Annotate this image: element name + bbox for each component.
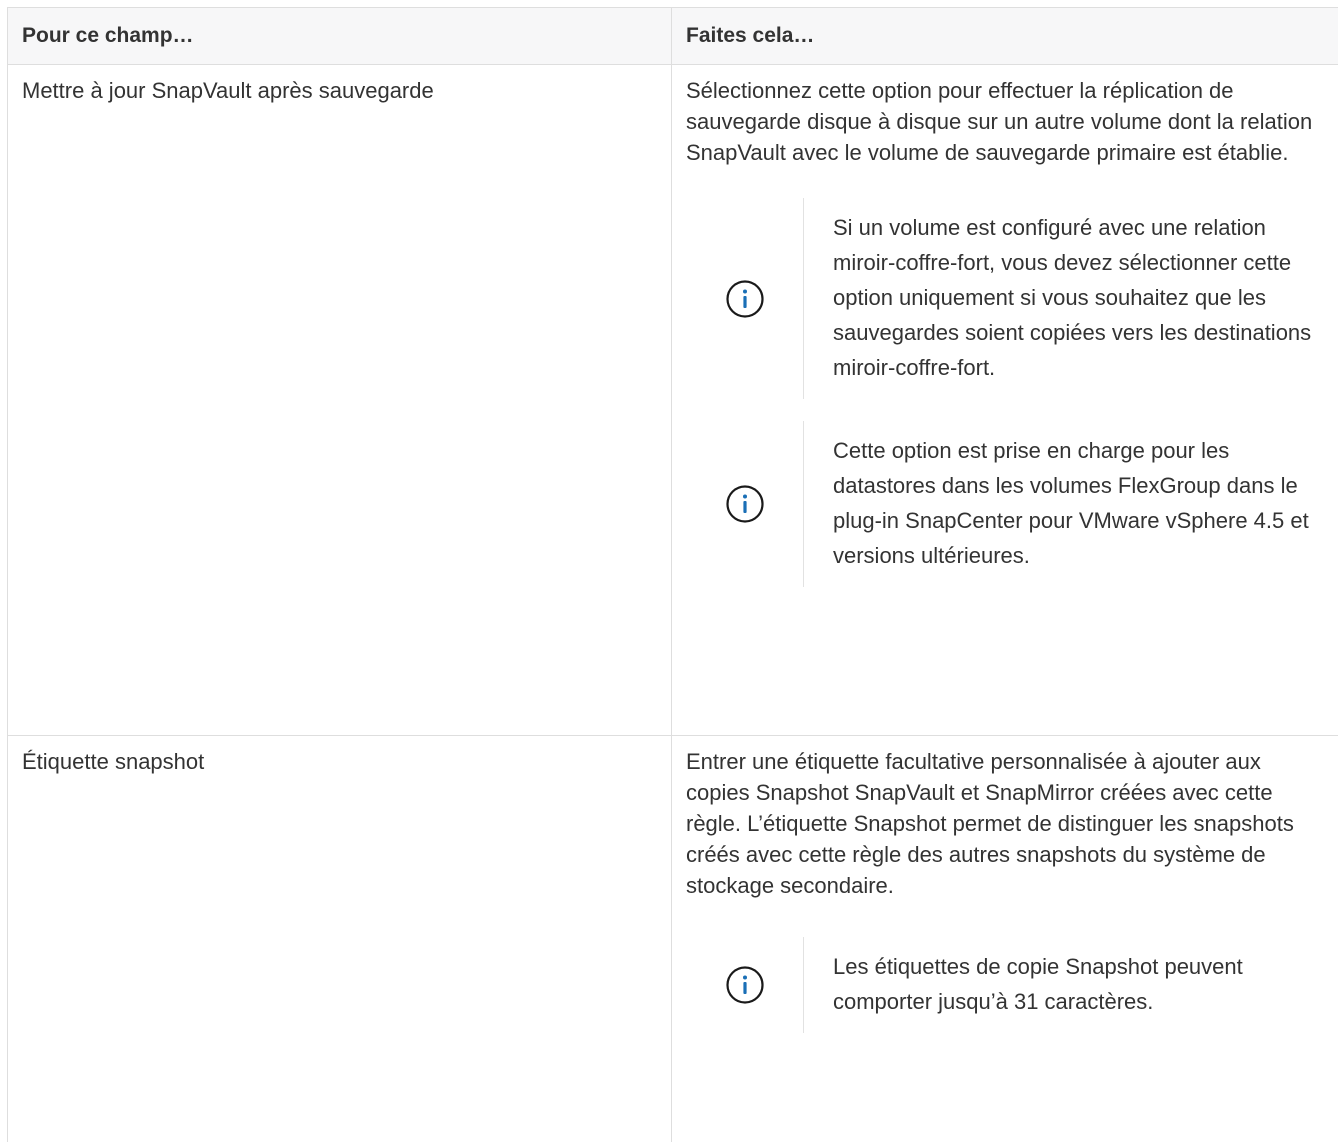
info-circle-icon (725, 965, 765, 1005)
note-block: Cette option est prise en charge pour le… (686, 421, 1338, 587)
header-action: Faites cela… (672, 8, 1338, 65)
info-circle-icon (725, 279, 765, 319)
action-cell: Sélectionnez cette option pour effectuer… (672, 65, 1338, 736)
options-table: Pour ce champ… Faites cela… Mettre à jou… (7, 7, 1338, 1142)
note-icon-container (686, 965, 803, 1005)
table-row: Étiquette snapshot Entrer une étiquette … (8, 736, 1338, 1142)
action-cell: Entrer une étiquette facultative personn… (672, 736, 1338, 1142)
table-header-row: Pour ce champ… Faites cela… (8, 8, 1338, 65)
header-field: Pour ce champ… (8, 8, 672, 65)
note-block: Si un volume est configuré avec une rela… (686, 198, 1338, 399)
action-description: Entrer une étiquette facultative personn… (686, 746, 1338, 901)
info-circle-icon (725, 484, 765, 524)
table-row: Mettre à jour SnapVault après sauvegarde… (8, 65, 1338, 736)
field-name: Mettre à jour SnapVault après sauvegarde (22, 78, 434, 103)
field-cell: Étiquette snapshot (8, 736, 672, 1142)
note-icon-container (686, 279, 803, 319)
note-icon-container (686, 484, 803, 524)
note-text: Cette option est prise en charge pour le… (803, 421, 1335, 587)
field-cell: Mettre à jour SnapVault après sauvegarde (8, 65, 672, 736)
action-description: Sélectionnez cette option pour effectuer… (686, 75, 1338, 168)
note-block: Les étiquettes de copie Snapshot peuvent… (686, 937, 1338, 1033)
field-name: Étiquette snapshot (22, 749, 204, 774)
note-text: Si un volume est configuré avec une rela… (803, 198, 1335, 399)
note-text: Les étiquettes de copie Snapshot peuvent… (803, 937, 1335, 1033)
